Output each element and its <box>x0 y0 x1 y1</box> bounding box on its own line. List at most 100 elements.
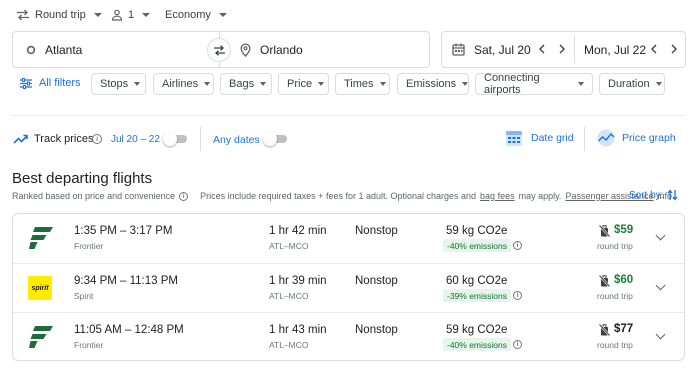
calendar-icon <box>452 43 465 56</box>
no-bag-icon <box>599 324 610 336</box>
flight-row[interactable]: spirit 9:34 PM – 11:13 PM Spirit 1 hr 39… <box>13 263 684 312</box>
stops-label: Nonstop <box>355 275 398 287</box>
airline-name: Frontier <box>74 340 104 350</box>
track-prices-label: Track prices <box>34 133 94 145</box>
info-icon[interactable]: i <box>513 340 522 349</box>
info-icon[interactable]: i <box>513 241 522 250</box>
chevron-down-icon <box>204 82 211 86</box>
section-title: Best departing flights <box>12 170 153 187</box>
flight-duration: 1 hr 42 min <box>269 225 327 237</box>
airlines-filter[interactable]: Airlines <box>153 73 214 95</box>
trip-type-label: Round trip <box>35 9 86 21</box>
emissions-badge-text: -39% emissions <box>447 290 507 301</box>
view-divider <box>584 127 585 151</box>
route-codes: ATL–MCO <box>269 340 309 350</box>
duration-filter[interactable]: Duration <box>599 73 665 95</box>
destination-field[interactable]: Orlando <box>240 41 303 58</box>
emissions-badge: -40% emissions <box>443 239 511 252</box>
stops-label: Nonstop <box>355 225 398 237</box>
return-date-value: Mon, Jul 22 <box>584 42 647 57</box>
spirit-logo: spirit <box>28 276 52 300</box>
chevron-down-icon[interactable] <box>655 230 666 241</box>
sort-by-button[interactable]: Sort by: <box>629 189 678 201</box>
frontier-logo <box>29 227 53 249</box>
person-icon <box>111 9 123 21</box>
no-bag-icon <box>599 225 610 237</box>
filter-sliders-icon <box>20 77 32 89</box>
times-filter-label: Times <box>344 78 374 90</box>
track-divider <box>200 127 201 151</box>
swap-locations-button[interactable] <box>207 38 231 62</box>
flight-price: $59 <box>614 224 634 236</box>
price-graph-button[interactable]: Price graph <box>596 129 676 147</box>
route-codes: ATL–MCO <box>269 291 309 301</box>
all-filters-button[interactable]: All filters <box>20 77 81 89</box>
swap-arrows-icon <box>213 44 226 56</box>
flight-price: $60 <box>614 274 634 286</box>
co2-amount: 59 kg CO2e <box>446 324 508 336</box>
chevron-down-icon[interactable] <box>655 329 666 340</box>
depart-next-button[interactable] <box>557 43 567 55</box>
info-icon[interactable]: i <box>179 190 189 201</box>
emissions-filter-label: Emissions <box>406 78 457 90</box>
sort-by-label: Sort by: <box>629 189 664 201</box>
origin-value: Atlanta <box>45 42 83 57</box>
chevron-right-icon <box>671 44 677 54</box>
cabin-class-label: Economy <box>165 9 211 21</box>
chevron-down-icon <box>93 13 102 17</box>
duration-filter-label: Duration <box>608 78 650 90</box>
ranked-note-text: Ranked based on price and convenience <box>12 190 176 201</box>
info-icon[interactable]: i <box>513 291 522 300</box>
toggle-knob <box>263 132 277 146</box>
flight-times: 9:34 PM – 11:13 PM <box>74 275 178 287</box>
trend-line-icon <box>13 133 28 144</box>
route-codes: ATL–MCO <box>269 241 309 251</box>
info-icon[interactable]: i <box>92 134 102 144</box>
return-prev-button[interactable] <box>649 43 659 55</box>
dates-divider <box>574 36 575 63</box>
stops-filter[interactable]: Stops <box>91 73 146 95</box>
trip-type-select[interactable]: Round trip <box>16 6 102 24</box>
stops-filter-label: Stops <box>100 78 129 90</box>
origin-circle-icon <box>26 45 36 55</box>
depart-prev-button[interactable] <box>537 43 547 55</box>
bag-fees-link[interactable]: bag fees <box>480 191 515 201</box>
date-grid-label: Date grid <box>531 132 574 144</box>
chevron-down-icon <box>462 82 469 86</box>
chevron-down-icon <box>142 13 151 17</box>
origin-field[interactable]: Atlanta <box>26 41 82 58</box>
return-next-button[interactable] <box>669 43 679 55</box>
emissions-filter[interactable]: Emissions <box>397 73 469 95</box>
prices-note-text: Prices include required taxes + fees for… <box>200 190 477 201</box>
chevron-down-icon <box>578 82 584 86</box>
price-filter[interactable]: Price <box>278 73 329 95</box>
connecting-airports-filter[interactable]: Connecting airports <box>475 72 593 96</box>
flight-results-list: 1:35 PM – 3:17 PM Frontier 1 hr 42 min A… <box>12 213 685 361</box>
chevron-down-icon <box>318 82 325 86</box>
sort-arrows-icon <box>667 189 678 201</box>
flight-price: $77 <box>614 323 634 335</box>
passenger-count: 1 <box>128 9 135 21</box>
any-dates-toggle[interactable] <box>263 132 287 146</box>
flight-row[interactable]: 1:35 PM – 3:17 PM Frontier 1 hr 42 min A… <box>13 214 684 263</box>
cabin-class-select[interactable]: Economy <box>165 6 227 24</box>
chevron-down-icon[interactable] <box>655 280 666 291</box>
passengers-select[interactable]: 1 <box>111 6 151 24</box>
price-graph-label: Price graph <box>622 132 676 144</box>
bags-filter[interactable]: Bags <box>220 73 272 95</box>
chevron-down-icon <box>218 13 227 17</box>
depart-date-field[interactable]: Sat, Jul 20 <box>452 41 531 58</box>
all-filters-label: All filters <box>39 77 81 89</box>
flight-row[interactable]: 11:05 AM – 12:48 PM Frontier 1 hr 43 min… <box>13 312 684 360</box>
chevron-right-icon <box>559 44 565 54</box>
emissions-badge-text: -40% emissions <box>447 339 507 350</box>
ranking-note: Ranked based on price and convenience i … <box>12 190 675 201</box>
times-filter[interactable]: Times <box>335 73 390 95</box>
chevron-down-icon <box>379 82 386 86</box>
return-date-field[interactable]: Mon, Jul 22 <box>584 41 646 58</box>
co2-amount: 59 kg CO2e <box>446 225 508 237</box>
date-grid-button[interactable]: Date grid <box>505 129 574 147</box>
connecting-airports-filter-label: Connecting airports <box>484 72 540 96</box>
price-filter-label: Price <box>287 78 313 90</box>
track-prices-toggle[interactable] <box>163 132 187 146</box>
